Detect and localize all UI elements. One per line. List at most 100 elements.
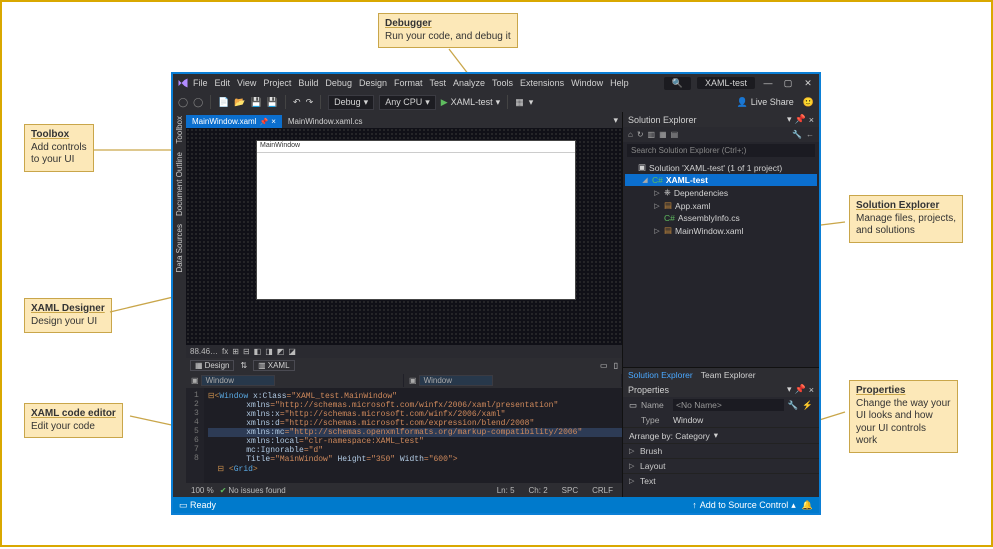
tool-icon[interactable]: ◪	[288, 347, 296, 356]
redo-icon[interactable]: ↷	[306, 97, 314, 108]
solution-toolbar: ⌂ ↻ ▥ ▦ ▤ 🔧 ←	[623, 127, 819, 142]
wrench-icon[interactable]: 🔧	[792, 130, 802, 139]
arrange-by[interactable]: Arrange by: Category	[629, 431, 710, 441]
element-icon: ▭	[629, 400, 637, 411]
menu-build[interactable]: Build	[298, 78, 318, 88]
pane-design-button[interactable]: ▦Design	[190, 360, 234, 371]
minimize-icon[interactable]: —	[761, 78, 775, 88]
save-all-icon[interactable]: 💾	[267, 97, 278, 108]
menu-extensions[interactable]: Extensions	[520, 78, 564, 88]
tab-solution-explorer[interactable]: Solution Explorer	[628, 370, 693, 380]
sidebar-data-sources[interactable]: Data Sources	[175, 224, 184, 272]
pin-icon[interactable]: 📌	[795, 384, 806, 395]
solution-search[interactable]: Search Solution Explorer (Ctrl+;)	[627, 144, 815, 157]
config-dropdown[interactable]: Debug▾	[328, 95, 374, 110]
events-icon[interactable]: ⚡	[802, 400, 813, 411]
menu-help[interactable]: Help	[610, 78, 629, 88]
menu-edit[interactable]: Edit	[215, 78, 231, 88]
nav-fwd-icon[interactable]: ◯	[193, 97, 203, 108]
member-dropdown[interactable]: ▣Window	[404, 374, 622, 387]
tree-solution[interactable]: ▣Solution 'XAML-test' (1 of 1 project)	[625, 161, 817, 174]
feedback-icon[interactable]: 🙂	[803, 97, 814, 108]
tree-project[interactable]: ◢C#XAML-test	[625, 174, 817, 186]
sync-icon[interactable]: ↻	[637, 130, 644, 139]
doc-tab-mainwindow-cs[interactable]: MainWindow.xaml.cs	[282, 115, 369, 128]
tree-dependencies[interactable]: ▷⎈Dependencies	[625, 186, 817, 199]
show-all-icon[interactable]: ▤	[671, 130, 679, 139]
snap-icon[interactable]: ⊟	[243, 347, 250, 356]
platform-dropdown[interactable]: Any CPU▾	[379, 95, 436, 110]
prop-name-input[interactable]: <No Name>	[673, 399, 784, 411]
prop-cat-brush[interactable]: ▷Brush	[623, 443, 819, 458]
menu-design[interactable]: Design	[359, 78, 387, 88]
menu-tools[interactable]: Tools	[492, 78, 513, 88]
toolbar-icon[interactable]: ▾	[529, 97, 534, 108]
split-vert-icon[interactable]: ▯	[614, 361, 618, 370]
tab-overflow-icon[interactable]: ▾	[609, 113, 622, 128]
vs-logo-icon	[177, 77, 189, 89]
close-icon[interactable]: ×	[271, 117, 276, 126]
sidebar-toolbox[interactable]: Toolbox	[175, 116, 184, 144]
undo-icon[interactable]: ↶	[293, 97, 301, 108]
menu-project[interactable]: Project	[263, 78, 291, 88]
close-icon[interactable]: ×	[809, 115, 814, 125]
tree-assemblyinfo[interactable]: C#AssemblyInfo.cs	[625, 212, 817, 224]
wrench-icon[interactable]: 🔧	[788, 400, 799, 411]
indent-mode[interactable]: SPC	[558, 486, 582, 495]
hammer-icon[interactable]: ▥	[648, 130, 656, 139]
pane-xaml-button[interactable]: ▥XAML	[253, 360, 294, 371]
tool-icon[interactable]: ◨	[265, 347, 273, 356]
fx-icon[interactable]: fx	[222, 347, 228, 356]
open-icon[interactable]: 📂	[234, 97, 245, 108]
close-icon[interactable]: ×	[809, 385, 814, 395]
back-icon[interactable]: ←	[806, 130, 814, 139]
pin-icon[interactable]: 📌	[259, 118, 268, 126]
xaml-designer[interactable]: MainWindow 88.46… fx ⊞ ⊟ ◧ ◨ ◩ ◪	[186, 128, 622, 358]
menu-debug[interactable]: Debug	[325, 78, 352, 88]
menu-analyze[interactable]: Analyze	[453, 78, 485, 88]
tree-app-xaml[interactable]: ▷▤App.xaml	[625, 199, 817, 212]
sidebar-document-outline[interactable]: Document Outline	[175, 152, 184, 216]
caret-line: Ln: 5	[493, 486, 519, 495]
tree-mainwindow-xaml[interactable]: ▷▤MainWindow.xaml	[625, 224, 817, 237]
doc-tab-mainwindow-xaml[interactable]: MainWindow.xaml 📌 ×	[186, 115, 282, 128]
prop-cat-text[interactable]: ▷Text	[623, 473, 819, 488]
prop-cat-layout[interactable]: ▷Layout	[623, 458, 819, 473]
issues-indicator[interactable]: ✔No issues found	[220, 486, 286, 495]
start-debug-button[interactable]: ▶ XAML-test ▾	[441, 97, 500, 108]
zoom-percent[interactable]: 100 %	[191, 486, 214, 495]
menu-window[interactable]: Window	[571, 78, 603, 88]
pin-icon[interactable]: 📌	[795, 114, 806, 125]
home-icon[interactable]: ⌂	[628, 130, 633, 139]
menu-file[interactable]: File	[193, 78, 208, 88]
chevron-down-icon[interactable]: ▾	[787, 114, 792, 125]
tool-icon[interactable]: ◩	[277, 347, 285, 356]
notifications-icon[interactable]: 🔔	[802, 500, 813, 511]
zoom-value[interactable]: 88.46…	[190, 347, 218, 356]
line-ending[interactable]: CRLF	[588, 486, 617, 495]
tab-team-explorer[interactable]: Team Explorer	[701, 370, 756, 380]
grid-icon[interactable]: ⊞	[232, 347, 239, 356]
filter-icon[interactable]: ▦	[659, 130, 667, 139]
live-share-button[interactable]: 👤 Live Share	[737, 97, 794, 108]
tool-icon[interactable]: ◧	[254, 347, 262, 356]
menu-format[interactable]: Format	[394, 78, 423, 88]
nav-back-icon[interactable]: ◯	[178, 97, 188, 108]
title-search[interactable]: 🔍	[664, 77, 691, 90]
title-project-pill[interactable]: XAML-test	[697, 77, 755, 89]
close-icon[interactable]: ✕	[801, 78, 815, 89]
swap-icon[interactable]: ⇅	[240, 361, 247, 370]
split-horiz-icon[interactable]: ▭	[600, 361, 608, 370]
maximize-icon[interactable]: ▢	[781, 78, 795, 89]
add-source-control[interactable]: ↑Add to Source Control ▴	[692, 500, 796, 511]
design-preview-window[interactable]: MainWindow	[256, 140, 576, 300]
menu-test[interactable]: Test	[429, 78, 446, 88]
xaml-code-editor[interactable]: 1234 5678 ⊟<Window x:Class="XAML_test.Ma…	[186, 388, 622, 483]
scope-dropdown[interactable]: ▣Window	[186, 374, 404, 387]
chevron-down-icon[interactable]: ▾	[787, 384, 792, 395]
toolbar-icon[interactable]: ▦	[515, 97, 524, 108]
save-icon[interactable]: 💾	[251, 97, 262, 108]
menu-view[interactable]: View	[237, 78, 256, 88]
callout-designer: XAML Designer Design your UI	[24, 298, 112, 333]
new-icon[interactable]: 📄	[218, 97, 229, 108]
